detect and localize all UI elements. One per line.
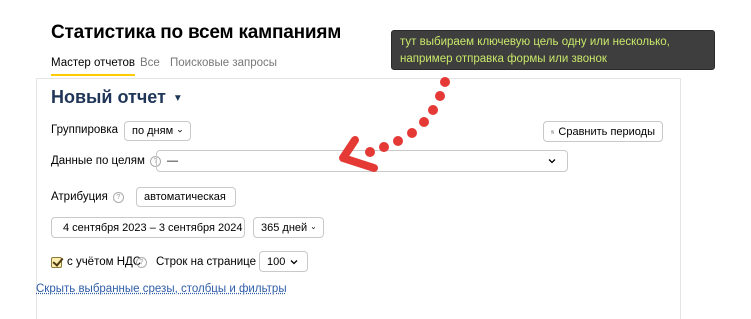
report-title-dropdown[interactable]: Новый отчет ▼ (51, 87, 183, 108)
caret-down-icon: ▼ (172, 93, 183, 104)
goals-label: Данные по целям ? (51, 155, 161, 167)
help-icon[interactable]: ? (136, 256, 147, 268)
period-length-select[interactable]: 365 дней (253, 217, 324, 238)
chevron-down-icon (290, 259, 298, 264)
grouping-label-text: Группировка (51, 124, 119, 136)
grouping-value: по дням (132, 125, 174, 137)
chevron-down-icon (311, 226, 316, 229)
annotation-line-1: тут выбираем ключевую цель одну или неск… (400, 36, 670, 48)
goals-label-text: Данные по целям (51, 155, 145, 167)
tab-all[interactable]: Все (140, 57, 160, 69)
tab-search-queries[interactable]: Поисковые запросы (170, 57, 277, 69)
vat-checkbox-row[interactable]: с учётом НДС (51, 256, 141, 268)
annotation-note: тут выбираем ключевую цель одну или неск… (391, 30, 715, 70)
attribution-label: Атрибуция ? (51, 191, 124, 203)
attribution-select[interactable]: автоматическая (136, 187, 236, 207)
vat-checkbox[interactable] (51, 256, 62, 268)
hide-filters-link[interactable]: Скрыть выбранные срезы, столбцы и фильтр… (36, 283, 287, 295)
date-range-picker[interactable]: 4 сентября 2023 – 3 сентября 2024 (51, 217, 245, 238)
attribution-value: автоматическая (144, 191, 226, 203)
rows-per-page-label: ? Строк на странице (136, 256, 256, 268)
percent-icon (551, 129, 555, 134)
rows-per-page-value: 100 (267, 255, 286, 268)
chevron-down-icon (178, 129, 183, 133)
annotation-line-2: например отправка формы или звонок (400, 53, 607, 65)
report-title: Новый отчет (51, 87, 166, 107)
vat-label: с учётом НДС (67, 256, 142, 268)
rows-per-page-select[interactable]: 100 (259, 251, 308, 272)
chevron-down-icon (548, 159, 556, 164)
date-range-value: 4 сентября 2023 – 3 сентября 2024 (63, 221, 243, 234)
grouping-select[interactable]: по дням (124, 121, 191, 141)
compare-periods-label: Сравнить периоды (558, 125, 655, 138)
grouping-label: Группировка (51, 124, 118, 136)
goals-value: — (167, 155, 178, 167)
attribution-label-text: Атрибуция (51, 191, 108, 203)
goals-select[interactable]: — (156, 150, 568, 172)
page-title: Статистика по всем кампаниям (51, 22, 342, 43)
period-length-value: 365 дней (261, 221, 308, 234)
help-icon[interactable]: ? (112, 191, 124, 203)
tab-report-wizard[interactable]: Мастер отчетов (51, 57, 136, 76)
compare-periods-button[interactable]: Сравнить периоды (543, 121, 663, 142)
rows-per-page-label-text: Строк на странице (156, 256, 256, 268)
